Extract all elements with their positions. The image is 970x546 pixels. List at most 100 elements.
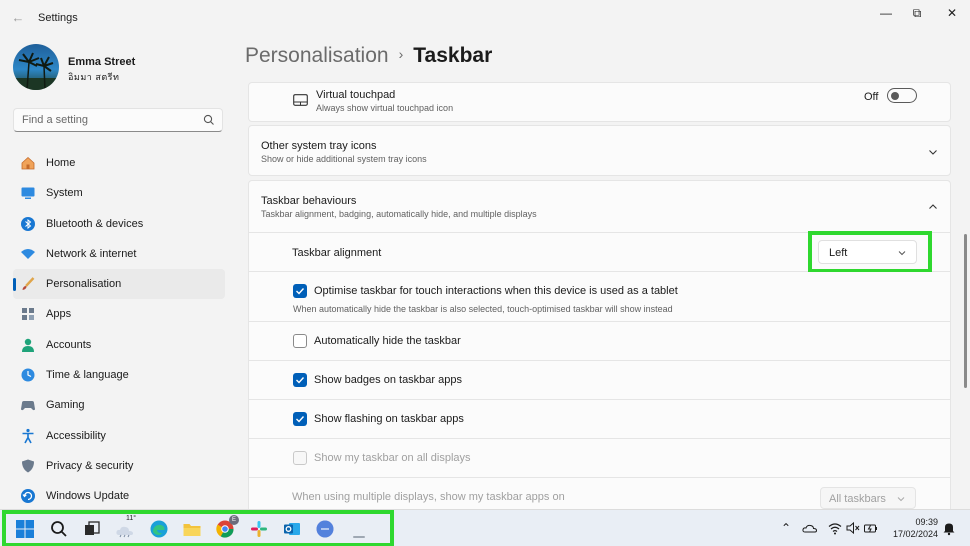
virtual-touchpad-title: Virtual touchpad (316, 89, 396, 101)
clock-globe-icon (20, 367, 36, 383)
option-description: When automatically hide the taskbar is a… (293, 304, 673, 314)
all-displays-checkbox[interactable] (293, 451, 307, 465)
sidebar-item-label: Privacy & security (46, 459, 134, 472)
sidebar-item-label: Personalisation (46, 278, 122, 291)
battery-plug-icon[interactable] (863, 520, 879, 536)
sidebar-item-label: Accessibility (46, 429, 106, 442)
chevron-down-icon (896, 247, 908, 259)
sidebar-item-gaming[interactable]: Gaming (13, 390, 225, 420)
taskbar-highlight-box (2, 510, 394, 546)
toggle-knob (891, 91, 899, 100)
system-tray-title: Other system tray icons (261, 140, 377, 152)
sidebar-item-label: Home (46, 157, 76, 169)
sidebar-item-personalisation[interactable]: Personalisation (13, 269, 225, 300)
sidebar-item-accessibility[interactable]: Accessibility (13, 421, 225, 451)
onedrive-icon[interactable] (802, 520, 818, 536)
shield-icon (20, 458, 36, 474)
behaviours-title: Taskbar behaviours (261, 195, 357, 207)
user-name: Emma Street (68, 56, 136, 68)
sidebar-item-label: Windows Update (46, 490, 130, 503)
system-icon (20, 185, 36, 201)
chevron-up-icon[interactable]: ⌃ (778, 520, 794, 536)
clock-date: 17/02/2024 (892, 529, 938, 539)
option-badges-row: Show badges on taskbar apps (248, 361, 951, 400)
chevron-up-icon[interactable] (927, 201, 939, 213)
sidebar-item-label: Apps (46, 308, 72, 321)
minimize-button[interactable]: — (874, 6, 898, 20)
brush-icon (20, 276, 36, 292)
notification-bell-icon[interactable] (941, 520, 957, 536)
accessibility-icon (20, 428, 36, 444)
option-touch-row: Optimise taskbar for touch interactions … (248, 272, 951, 322)
sidebar-item-apps[interactable]: Apps (13, 299, 225, 329)
other-system-tray-icons-card[interactable]: Other system tray icons Show or hide add… (248, 125, 951, 176)
dropdown-value: Left (829, 247, 848, 259)
option-flashing-row: Show flashing on taskbar apps (248, 400, 951, 439)
taskbar-alignment-dropdown[interactable]: Left (818, 240, 917, 264)
back-arrow-icon[interactable]: ← (10, 10, 26, 26)
wifi-icon[interactable] (827, 520, 843, 536)
virtual-touchpad-subtitle: Always show virtual touchpad icon (316, 103, 454, 113)
system-clock[interactable]: 09:39 17/02/2024 (888, 516, 938, 540)
autohide-checkbox[interactable] (293, 334, 307, 348)
option-all-displays-row: Show my taskbar on all displays (248, 439, 951, 478)
title-bar: ← Settings — ⧉ ✕ (0, 0, 970, 36)
gamepad-icon (20, 397, 36, 413)
sidebar-item-time-language[interactable]: Time & language (13, 360, 225, 390)
maximize-button[interactable]: ⧉ (905, 6, 929, 20)
virtual-touchpad-row: Virtual touchpad Always show virtual tou… (248, 82, 951, 122)
sidebar-nav: Home System Bluetooth & devices Network … (13, 148, 225, 512)
bluetooth-icon (20, 216, 36, 232)
alignment-label: Taskbar alignment (292, 247, 382, 259)
search-icon (202, 113, 216, 127)
sidebar-item-bluetooth[interactable]: Bluetooth & devices (13, 209, 225, 239)
search-input[interactable] (22, 113, 192, 127)
touchpad-icon (293, 94, 308, 106)
sidebar-item-accounts[interactable]: Accounts (13, 330, 225, 360)
sidebar-item-label: Network & internet (46, 247, 137, 260)
option-label: Automatically hide the taskbar (314, 335, 461, 347)
option-label: Optimise taskbar for touch interactions … (314, 285, 678, 297)
option-label: Show flashing on taskbar apps (314, 413, 464, 425)
volume-mute-icon[interactable] (845, 520, 861, 536)
sidebar-item-privacy[interactable]: Privacy & security (13, 451, 225, 481)
sidebar-item-network[interactable]: Network & internet (13, 239, 225, 269)
home-icon (20, 155, 36, 171)
sidebar-item-label: System (46, 187, 83, 200)
chevron-down-icon (895, 493, 907, 505)
toggle-state-label: Off (864, 91, 879, 103)
touch-checkbox[interactable] (293, 284, 307, 298)
virtual-touchpad-toggle[interactable] (887, 88, 917, 103)
dropdown-value: All taskbars (829, 493, 886, 505)
sidebar-item-home[interactable]: Home (13, 148, 225, 178)
chevron-down-icon[interactable] (927, 146, 939, 158)
sidebar-item-label: Time & language (46, 369, 129, 382)
breadcrumb: Personalisation › Taskbar (245, 44, 492, 68)
sidebar-item-label: Gaming (46, 399, 85, 412)
sidebar-item-system[interactable]: System (13, 178, 225, 208)
sidebar-item-windows-update[interactable]: Windows Update (13, 481, 225, 511)
clock-time: 09:39 (915, 517, 938, 527)
multi-display-dropdown[interactable]: All taskbars (820, 487, 916, 509)
scrollbar-thumb[interactable] (964, 234, 967, 388)
behaviours-subtitle: Taskbar alignment, badging, automaticall… (261, 209, 537, 219)
page-title: Taskbar (413, 44, 493, 67)
avatar[interactable] (13, 44, 59, 90)
close-button[interactable]: ✕ (940, 6, 964, 20)
flashing-checkbox[interactable] (293, 412, 307, 426)
badges-checkbox[interactable] (293, 373, 307, 387)
sidebar-item-label: Accounts (46, 338, 92, 351)
system-tray-subtitle: Show or hide additional system tray icon… (261, 154, 427, 164)
windows-taskbar: 11° E ⌃ 09:39 17/02/2024 (0, 509, 970, 546)
taskbar-behaviours-header[interactable]: Taskbar behaviours Taskbar alignment, ba… (248, 180, 951, 233)
update-icon (20, 488, 36, 504)
multi-display-label: When using multiple displays, show my ta… (292, 491, 565, 503)
sidebar-item-label: Bluetooth & devices (46, 217, 144, 230)
search-box[interactable] (13, 108, 223, 132)
option-label: Show badges on taskbar apps (314, 374, 462, 386)
option-autohide-row: Automatically hide the taskbar (248, 322, 951, 361)
breadcrumb-parent[interactable]: Personalisation (245, 44, 389, 67)
user-email: อิมมา สตรีท (68, 72, 120, 82)
apps-icon (20, 306, 36, 322)
breadcrumb-separator: › (398, 46, 404, 62)
